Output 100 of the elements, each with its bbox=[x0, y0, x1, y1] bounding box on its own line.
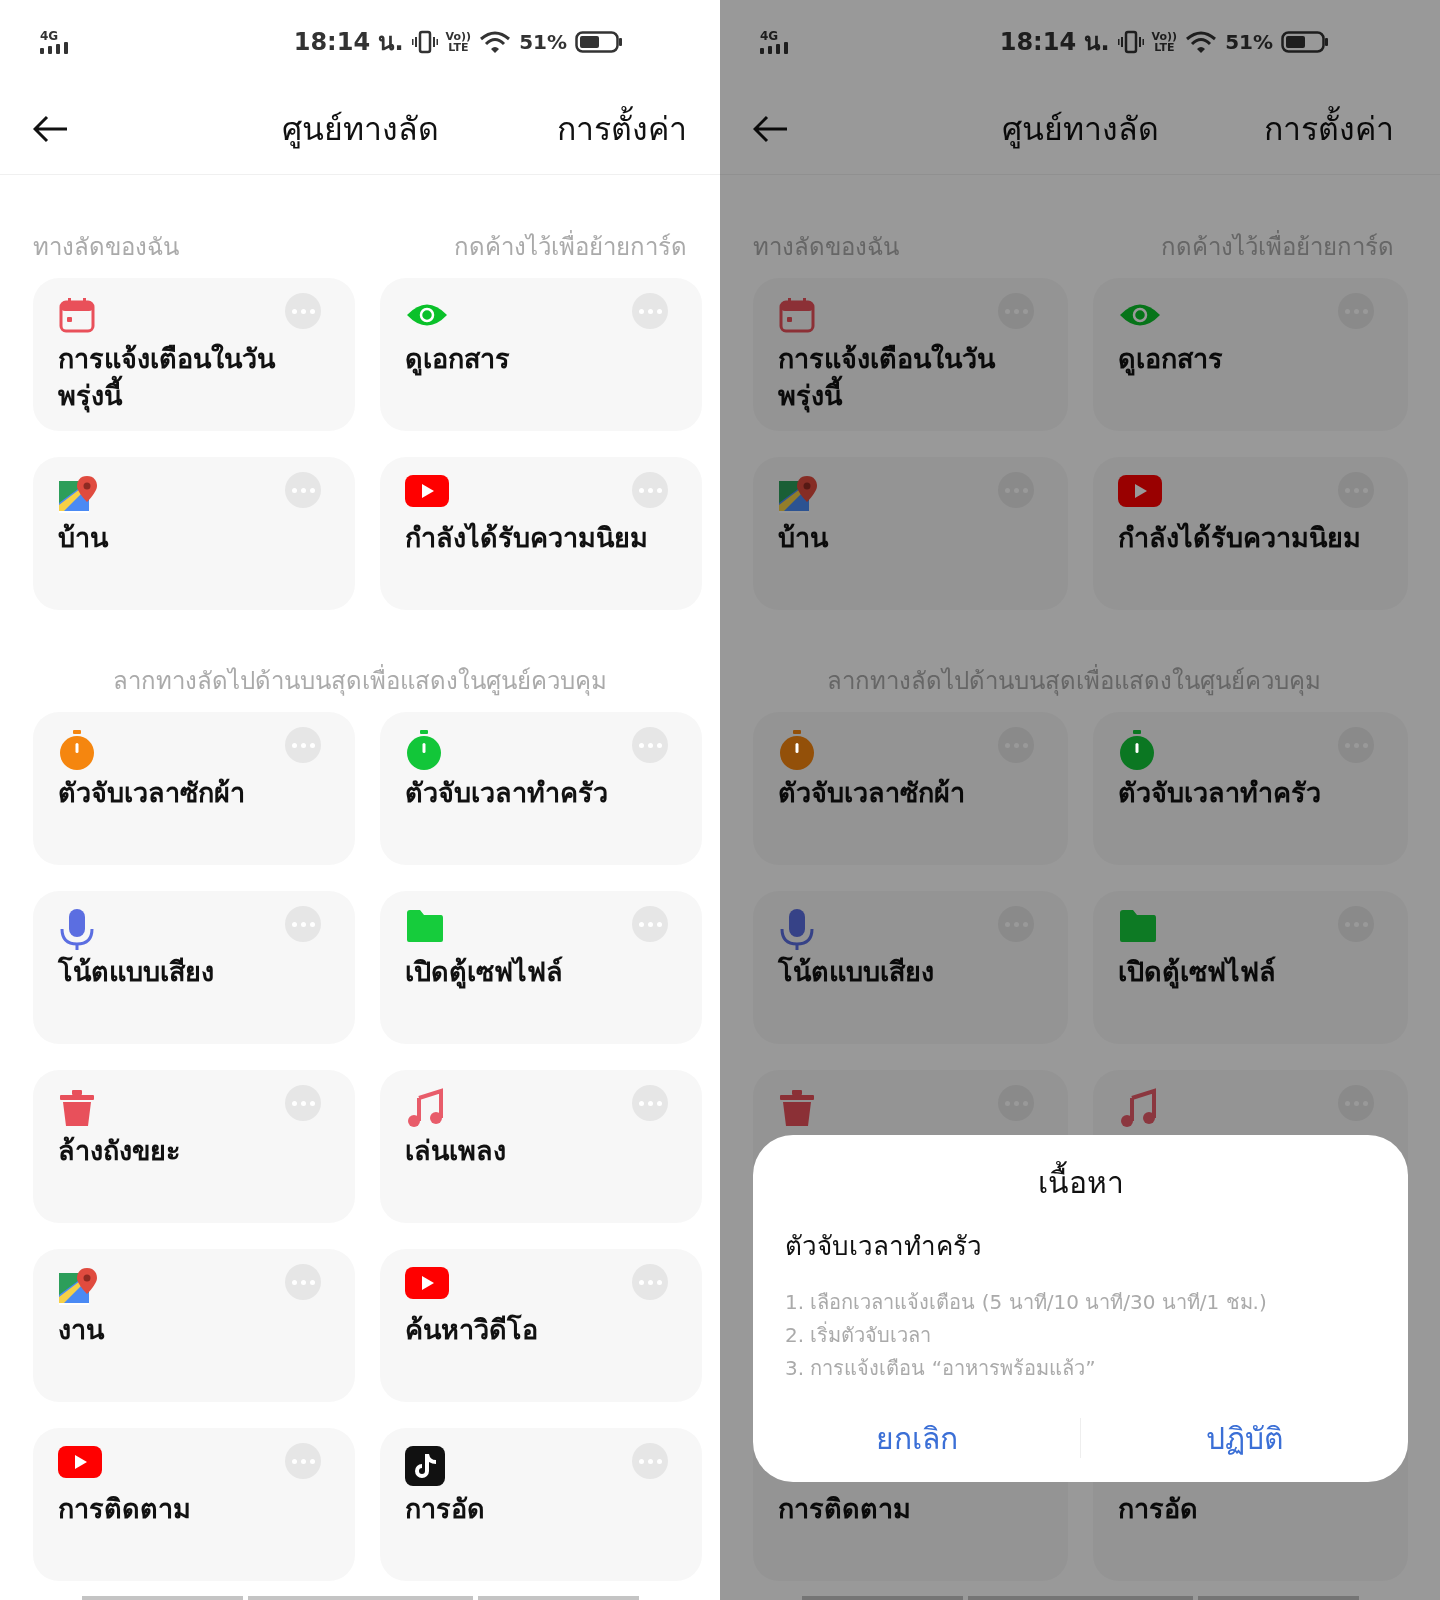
shortcut-label: การติดตาม bbox=[58, 1492, 192, 1526]
network-type: 4G bbox=[760, 30, 779, 42]
map-icon bbox=[778, 475, 818, 515]
calendar-icon bbox=[58, 296, 96, 334]
shortcut-label: การแจ้งเตือนในวันพรุ่งนี้ bbox=[778, 342, 997, 414]
page-title: ศูนย์ทางลัด bbox=[1000, 109, 1160, 151]
dialog-title: เนื้อหา bbox=[753, 1163, 1408, 1203]
shortcut-label: กำลังได้รับความนิยม bbox=[1118, 521, 1362, 555]
more-button[interactable] bbox=[632, 1085, 668, 1121]
network-type: 4G bbox=[40, 30, 59, 42]
shortcut-card[interactable]: โน้ตแบบเสียง bbox=[33, 891, 355, 1044]
shortcut-label: ตัวจับเวลาซักผ้า bbox=[58, 776, 246, 810]
page-title: ศูนย์ทางลัด bbox=[280, 109, 440, 151]
music-note-icon bbox=[405, 1088, 445, 1128]
folder-icon bbox=[405, 909, 445, 943]
more-button[interactable] bbox=[285, 727, 321, 763]
more-button[interactable] bbox=[285, 906, 321, 942]
settings-link[interactable]: การตั้งค่า bbox=[557, 105, 687, 153]
shortcut-label: การติดตาม bbox=[778, 1492, 912, 1526]
shortcut-label: การแจ้งเตือนในวันพรุ่งนี้ bbox=[58, 342, 277, 414]
volte-label: LTE bbox=[448, 42, 469, 53]
calendar-icon bbox=[778, 296, 816, 334]
clock-time: 18:14 น. bbox=[293, 27, 404, 58]
section-title: ลากทางลัดไปด้านบนสุดเพื่อแสดงในศูนย์ควบคุม bbox=[113, 666, 607, 696]
more-button[interactable] bbox=[632, 1443, 668, 1479]
play-icon bbox=[405, 1267, 449, 1299]
trash-icon bbox=[778, 1088, 816, 1128]
signal-icon bbox=[40, 42, 70, 54]
shortcut-card[interactable]: เปิดตู้เซฟไฟล์ bbox=[1093, 891, 1408, 1044]
note-app-icon bbox=[405, 1446, 445, 1486]
microphone-icon bbox=[778, 909, 816, 951]
shortcut-card[interactable]: ดูเอกสาร bbox=[1093, 278, 1408, 431]
shortcut-card[interactable]: ตัวจับเวลาทำครัว bbox=[380, 712, 702, 865]
vibrate-icon bbox=[411, 30, 438, 54]
settings-link[interactable]: การตั้งค่า bbox=[1264, 105, 1394, 153]
more-button[interactable] bbox=[632, 472, 668, 508]
shortcut-label: กำลังได้รับความนิยม bbox=[405, 521, 649, 555]
shortcut-label: ตัวจับเวลาทำครัว bbox=[1118, 776, 1322, 810]
more-button[interactable] bbox=[285, 1443, 321, 1479]
shortcut-label: โน้ตแบบเสียง bbox=[58, 955, 215, 989]
shortcut-card[interactable]: กำลังได้รับความนิยม bbox=[1093, 457, 1408, 610]
shortcut-label: ล้างถังขยะ bbox=[58, 1134, 182, 1168]
shortcut-label: ค้นหาวิดีโอ bbox=[405, 1313, 539, 1347]
back-arrow-icon[interactable] bbox=[33, 115, 69, 143]
shortcut-card[interactable]: การแจ้งเตือนในวันพรุ่งนี้ bbox=[753, 278, 1068, 431]
shortcut-card[interactable]: กำลังได้รับความนิยม bbox=[380, 457, 702, 610]
volte-label: Vo)) bbox=[445, 31, 472, 42]
more-button[interactable] bbox=[632, 293, 668, 329]
shortcut-card[interactable]: การติดตาม bbox=[33, 1428, 355, 1581]
shortcut-card[interactable]: ตัวจับเวลาทำครัว bbox=[1093, 712, 1408, 865]
more-button[interactable] bbox=[632, 1264, 668, 1300]
shortcut-card[interactable]: บ้าน bbox=[753, 457, 1068, 610]
more-button[interactable] bbox=[285, 1085, 321, 1121]
play-icon bbox=[58, 1446, 102, 1478]
shortcut-card[interactable]: เล่นเพลง bbox=[380, 1070, 702, 1223]
shortcut-label: บ้าน bbox=[778, 521, 830, 555]
play-icon bbox=[405, 475, 449, 507]
more-button[interactable] bbox=[285, 1264, 321, 1300]
more-button[interactable] bbox=[632, 727, 668, 763]
shortcut-label: เล่นเพลง bbox=[405, 1134, 507, 1168]
shortcut-card[interactable]: โน้ตแบบเสียง bbox=[753, 891, 1068, 1044]
shortcut-card[interactable]: ค้นหาวิดีโอ bbox=[380, 1249, 702, 1402]
shortcut-card[interactable]: ตัวจับเวลาซักผ้า bbox=[33, 712, 355, 865]
volte-label: LTE bbox=[1154, 42, 1175, 53]
shortcut-card[interactable]: ดูเอกสาร bbox=[380, 278, 702, 431]
shortcut-card[interactable]: บ้าน bbox=[33, 457, 355, 610]
vibrate-icon bbox=[1117, 30, 1144, 54]
shortcut-label: บ้าน bbox=[58, 521, 110, 555]
battery-percent: 51% bbox=[519, 29, 567, 56]
shortcut-label: การอัด bbox=[405, 1492, 486, 1526]
shortcut-label: โน้ตแบบเสียง bbox=[778, 955, 935, 989]
shortcut-card[interactable]: ตัวจับเวลาซักผ้า bbox=[753, 712, 1068, 865]
shortcut-card[interactable]: การอัด bbox=[380, 1428, 702, 1581]
shortcut-card[interactable]: ล้างถังขยะ bbox=[33, 1070, 355, 1223]
shortcut-card[interactable]: การแจ้งเตือนในวันพรุ่งนี้ bbox=[33, 278, 355, 431]
section-title: ทางลัดของฉัน bbox=[33, 232, 179, 262]
shortcut-card[interactable]: งาน bbox=[33, 1249, 355, 1402]
map-icon bbox=[58, 475, 98, 515]
map-icon bbox=[58, 1267, 98, 1307]
signal-icon bbox=[760, 42, 790, 54]
shortcut-label: เปิดตู้เซฟไฟล์ bbox=[405, 955, 564, 990]
shortcut-label: งาน bbox=[58, 1313, 106, 1347]
music-note-icon bbox=[1118, 1088, 1158, 1128]
more-button[interactable] bbox=[632, 906, 668, 942]
more-button[interactable] bbox=[285, 293, 321, 329]
microphone-icon bbox=[58, 909, 96, 951]
shortcut-label: เปิดตู้เซฟไฟล์ bbox=[1118, 955, 1277, 990]
dialog-step: 1. เลือกเวลาแจ้งเตือน (5 นาที/10 นาที/30 นาที/1 ชม.) bbox=[785, 1286, 1408, 1319]
more-button[interactable] bbox=[285, 472, 321, 508]
wifi-icon bbox=[1185, 30, 1218, 54]
battery-percent: 51% bbox=[1225, 29, 1273, 56]
shortcut-label: ตัวจับเวลาซักผ้า bbox=[778, 776, 966, 810]
back-arrow-icon[interactable] bbox=[753, 115, 789, 143]
battery-icon bbox=[1281, 31, 1329, 53]
clock-time: 18:14 น. bbox=[999, 27, 1110, 58]
dialog-subtitle: ตัวจับเวลาทำครัว bbox=[784, 1230, 983, 1263]
folder-icon bbox=[1118, 909, 1158, 943]
shortcut-label: ดูเอกสาร bbox=[405, 342, 511, 377]
shortcut-label: การอัด bbox=[1118, 1492, 1199, 1526]
shortcut-card[interactable]: เปิดตู้เซฟไฟล์ bbox=[380, 891, 702, 1044]
